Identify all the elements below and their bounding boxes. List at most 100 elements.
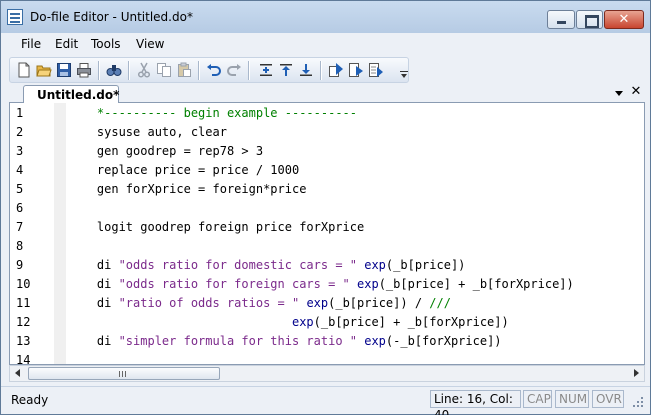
line-number: 6	[16, 201, 24, 215]
code-line[interactable]: 14	[10, 352, 644, 364]
open-folder-icon[interactable]	[36, 62, 52, 78]
menu-edit[interactable]: Edit	[55, 37, 78, 51]
menu-file[interactable]: File	[21, 37, 41, 51]
menu-bar: File Edit Tools View	[1, 33, 650, 55]
code-line[interactable]: 1 *---------- begin example ----------	[10, 105, 644, 124]
caps-lock-indicator: CAP	[523, 390, 552, 408]
line-number: 10	[16, 277, 31, 291]
code-string: "odds ratio for foreign cars = "	[118, 277, 350, 291]
shift-right-icon[interactable]	[258, 62, 274, 78]
code-token: gen goodrep = rep78 > 3	[68, 144, 264, 158]
copy-icon[interactable]	[156, 62, 172, 78]
code-text: di "simpler formula for this ratio " exp…	[68, 334, 502, 348]
line-number: 3	[16, 144, 24, 158]
overwrite-indicator: OVR	[592, 390, 624, 408]
shift-down-icon[interactable]	[298, 62, 314, 78]
code-token: di	[68, 334, 119, 348]
code-line[interactable]: 6	[10, 200, 644, 219]
print-icon[interactable]	[76, 62, 92, 78]
title-bar[interactable]: Do-file Editor - Untitled.do* ✕	[1, 1, 650, 33]
code-string: "odds ratio for domestic cars = "	[118, 258, 357, 272]
cut-icon[interactable]	[136, 62, 152, 78]
code-text: *---------- begin example ----------	[68, 106, 357, 120]
shift-up-icon[interactable]	[278, 62, 294, 78]
do-file-editor-window: Do-file Editor - Untitled.do* ✕ File Edi…	[0, 0, 651, 415]
run-selection-icon[interactable]	[328, 62, 344, 78]
code-text: replace price = price / 1000	[68, 163, 299, 177]
code-token: sysuse auto, clear	[68, 125, 227, 139]
code-token: (-_b[forXprice])	[385, 334, 502, 348]
close-tab-icon[interactable]: ✕	[629, 85, 643, 99]
code-text: gen forXprice = foreign*price	[68, 182, 307, 196]
maximize-button[interactable]	[576, 10, 603, 29]
code-line[interactable]: 7 logit goodrep foreign price forXprice	[10, 219, 644, 238]
code-comment: ///	[429, 296, 451, 310]
do-icon[interactable]	[368, 62, 384, 78]
line-number: 9	[16, 258, 24, 272]
line-number: 13	[16, 334, 31, 348]
line-number: 1	[16, 106, 24, 120]
do-file-editor-icon	[7, 9, 23, 25]
line-number: 2	[16, 125, 24, 139]
line-number: 4	[16, 163, 24, 177]
line-number: 12	[16, 315, 31, 329]
scroll-left-arrow-icon[interactable]	[10, 366, 26, 381]
code-text: logit goodrep foreign price forXprice	[68, 220, 364, 234]
code-line[interactable]: 3 gen goodrep = rep78 > 3	[10, 143, 644, 162]
code-function: exp	[364, 334, 386, 348]
new-file-icon[interactable]	[16, 62, 32, 78]
cursor-position: Line: 16, Col: 40	[430, 390, 521, 415]
code-token: replace price = price / 1000	[68, 163, 300, 177]
code-comment: *---------- begin example ----------	[96, 106, 357, 120]
tab-untitled-do[interactable]: Untitled.do*	[23, 85, 119, 104]
num-lock-indicator: NUM	[555, 390, 589, 408]
tab-list-dropdown-icon[interactable]	[615, 89, 625, 99]
code-string: "ratio of odds ratios = "	[118, 296, 300, 310]
line-number: 8	[16, 239, 24, 253]
undo-icon[interactable]	[206, 62, 222, 78]
code-editor[interactable]: 1 *---------- begin example ---------- 2 …	[9, 103, 645, 365]
code-token: di	[68, 277, 119, 291]
code-text: sysuse auto, clear	[68, 125, 227, 139]
scrollbar-thumb[interactable]	[28, 367, 220, 380]
minimize-button[interactable]	[547, 10, 575, 29]
code-function: exp	[357, 277, 379, 291]
line-number: 5	[16, 182, 24, 196]
toolbar-separator	[98, 61, 99, 80]
redo-icon[interactable]	[226, 62, 242, 78]
save-icon[interactable]	[56, 62, 72, 78]
code-line[interactable]: 9 di "odds ratio for domestic cars = " e…	[10, 257, 644, 276]
menu-tools[interactable]: Tools	[91, 37, 121, 51]
find-icon[interactable]	[106, 62, 122, 78]
code-token: di	[68, 258, 119, 272]
paste-icon[interactable]	[176, 62, 192, 78]
code-line[interactable]: 4 replace price = price / 1000	[10, 162, 644, 181]
resize-grip-icon[interactable]	[631, 395, 643, 407]
scroll-right-arrow-icon[interactable]	[628, 366, 644, 381]
menu-view[interactable]: View	[136, 37, 164, 51]
toolbar-separator	[248, 61, 249, 80]
line-number: 11	[16, 296, 31, 310]
code-line[interactable]: 10 di "odds ratio for foreign cars = " e…	[10, 276, 644, 295]
code-line[interactable]: 2 sysuse auto, clear	[10, 124, 644, 143]
toolbar-separator	[128, 61, 129, 80]
horizontal-scrollbar[interactable]	[9, 365, 645, 382]
code-line[interactable]: 5 gen forXprice = foreign*price	[10, 181, 644, 200]
close-window-button[interactable]: ✕	[604, 10, 644, 29]
code-text: di "odds ratio for foreign cars = " exp(…	[68, 277, 574, 291]
code-function: exp	[306, 296, 329, 310]
code-line[interactable]: 8	[10, 238, 644, 257]
tab-label: Untitled.do*	[37, 88, 120, 102]
code-token: (_b[price] + _b[forXprice])	[313, 315, 509, 329]
code-line[interactable]: 12 exp(_b[price] + _b[forXprice])	[10, 314, 644, 333]
code-token: (_b[price])	[385, 258, 466, 272]
toolbar-options-icon[interactable]	[400, 64, 408, 78]
code-token: gen forXprice = foreign*price	[68, 182, 307, 196]
tab-strip: Untitled.do*	[9, 85, 645, 104]
code-line[interactable]: 13 di "simpler formula for this ratio " …	[10, 333, 644, 352]
toolbar-separator	[320, 61, 321, 80]
execute-icon[interactable]	[348, 62, 364, 78]
code-line[interactable]: 11 di "ratio of odds ratios = " exp(_b[p…	[10, 295, 644, 314]
